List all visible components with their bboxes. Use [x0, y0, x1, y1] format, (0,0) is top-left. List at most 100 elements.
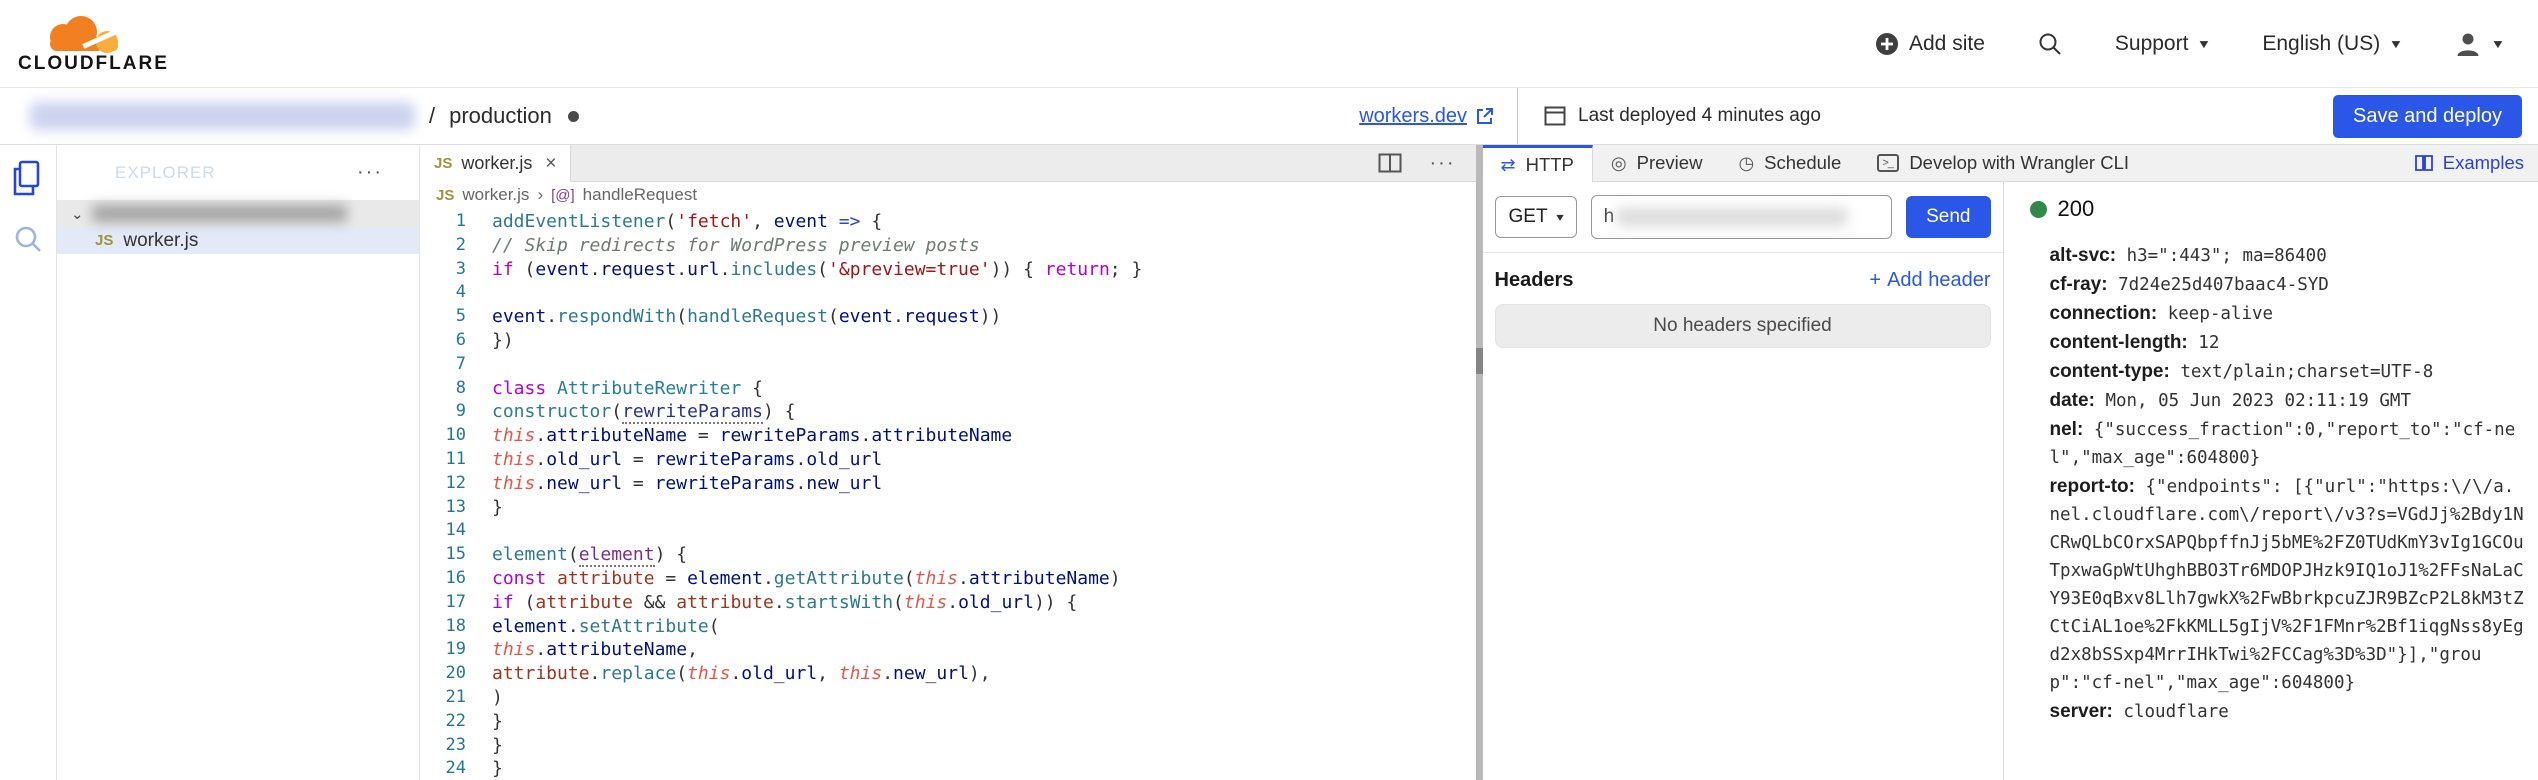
worker-name-redacted[interactable]: [30, 102, 415, 130]
code-line[interactable]: 9 constructor(rewriteParams) {: [420, 400, 1476, 425]
line-number: 14: [445, 520, 466, 541]
code-line[interactable]: 4: [420, 281, 1476, 305]
code-line[interactable]: 21): [420, 686, 1476, 710]
http-panel-tabs: ⇄ HTTP ◎ Preview ◷ Schedule >_ Develop with Wra…: [1482, 145, 2148, 182]
code-line[interactable]: 24}: [420, 757, 1476, 780]
line-number: 4: [455, 282, 466, 303]
editor-tab-worker-js[interactable]: JS worker.js ×: [420, 145, 572, 182]
chevron-right-icon: ›: [537, 185, 544, 204]
last-deployed-label: Last deployed 4 minutes ago: [1578, 105, 1821, 126]
code-text: }): [492, 329, 514, 351]
deploy-bar-left: / production workers.dev: [0, 88, 1517, 144]
response-header-value: 12: [2187, 333, 2220, 353]
code-line[interactable]: 20 attribute.replace(this.old_url, this.n…: [420, 662, 1476, 686]
tree-root-folder[interactable]: ⌄: [57, 200, 419, 227]
http-tester-panel: ⇄ HTTP ◎ Preview ◷ Schedule >_ Develop with Wra…: [1482, 145, 2538, 780]
language-menu[interactable]: English (US) ▼: [2262, 32, 2404, 56]
close-icon[interactable]: ×: [545, 153, 556, 175]
plus-circle-icon: [1876, 32, 1898, 55]
http-panel-content: GET ▾ h Send Headers + Add header No hea…: [1482, 182, 2538, 780]
cloudflare-logo[interactable]: CLOUDFLARE: [18, 13, 169, 75]
code-line[interactable]: 11 this.old_url = rewriteParams.old_url: [420, 448, 1476, 472]
support-menu[interactable]: Support ▼: [2114, 31, 2212, 56]
line-number: 19: [445, 639, 466, 660]
tree-item-worker-js[interactable]: JS worker.js: [57, 227, 419, 254]
method-select[interactable]: GET ▾: [1494, 196, 1577, 238]
code-line[interactable]: 18 element.setAttribute(: [420, 615, 1476, 639]
url-input-text: h: [1603, 206, 1615, 227]
panel-splitter[interactable]: [1475, 145, 1483, 780]
workers-dev-link[interactable]: workers.dev: [1359, 105, 1495, 128]
editor-tab-bar: JS worker.js × ···: [420, 145, 1476, 182]
line-number: 5: [455, 306, 466, 327]
code-line[interactable]: 3 if (event.request.url.includes('&previe…: [420, 258, 1476, 282]
tab-develop-with-wrangler-cli[interactable]: >_ Develop with Wrangler CLI: [1859, 145, 2147, 181]
code-line[interactable]: 5 event.respondWith(handleRequest(event.r…: [420, 305, 1476, 329]
save-and-deploy-button[interactable]: Save and deploy: [2332, 94, 2522, 138]
response-header-row: content-type: text/plain;charset=UTF-8: [2050, 358, 2525, 386]
code-text: class AttributeRewriter {: [492, 377, 763, 399]
response-header-row: cf-ray: 7d24e25d407baac4-SYD: [2050, 271, 2525, 299]
code-line[interactable]: 16 const attribute = element.getAttribute…: [420, 567, 1476, 591]
code-line[interactable]: 17 if (attribute && attribute.startsWith(…: [420, 591, 1476, 615]
code-line[interactable]: 14: [420, 519, 1476, 543]
response-header-value: {"success_fraction":0,"report_to":"cf-ne…: [2049, 420, 2516, 468]
code-line[interactable]: 15 element(element) {: [420, 543, 1476, 568]
line-number: 20: [445, 663, 466, 684]
response-header-value: cloudflare: [2112, 702, 2229, 722]
code-line[interactable]: 1 addEventListener('fetch', event => {: [420, 210, 1476, 234]
code-text: // Skip redirects for WordPress preview …: [492, 234, 980, 256]
line-number: 9: [455, 401, 466, 422]
code-line[interactable]: 22}: [420, 710, 1476, 734]
code-line[interactable]: 6}): [420, 329, 1476, 353]
deploy-bar-right: Last deployed 4 minutes ago Save and dep…: [1517, 88, 2538, 144]
javascript-file-icon: JS: [95, 232, 114, 249]
response-header-name: date:: [2049, 390, 2095, 411]
send-button[interactable]: Send: [1906, 196, 1991, 238]
schedule-clock-icon: ◷: [1738, 152, 1755, 173]
response-header-name: nel:: [2049, 419, 2084, 440]
examples-label: Examples: [2442, 152, 2524, 173]
split-editor-icon[interactable]: [1378, 153, 1402, 173]
tab-label: Schedule: [1764, 152, 1842, 173]
more-actions-icon[interactable]: ···: [1430, 152, 1456, 175]
book-icon: [2414, 155, 2433, 171]
tab-preview[interactable]: ◎ Preview: [1593, 145, 1721, 181]
account-menu[interactable]: ▼: [2454, 30, 2505, 58]
code-lines[interactable]: 1 addEventListener('fetch', event => {2 //…: [420, 208, 1476, 780]
explorer-panel: EXPLORER ··· ⌄ JS worker.js: [57, 145, 420, 780]
breadcrumb-symbol[interactable]: handleRequest: [583, 185, 697, 205]
url-input[interactable]: h: [1590, 195, 1893, 239]
code-line[interactable]: 10 this.attributeName = rewriteParams.att…: [420, 424, 1476, 448]
search-button[interactable]: [2037, 31, 2063, 57]
search-sidebar-icon[interactable]: [12, 223, 44, 255]
tab-schedule[interactable]: ◷ Schedule: [1720, 145, 1859, 181]
tab-label: Preview: [1636, 152, 1703, 173]
splitter-handle-icon[interactable]: [1475, 348, 1483, 374]
code-line[interactable]: 13}: [420, 496, 1476, 520]
code-line[interactable]: 12 this.new_url = rewriteParams.new_url: [420, 472, 1476, 496]
code-line[interactable]: 19 this.attributeName,: [420, 638, 1476, 662]
top-navigation: CLOUDFLARE Add site Support ▼ English (U…: [0, 0, 2538, 88]
line-number: 18: [445, 615, 466, 636]
code-line[interactable]: 2 // Skip redirects for WordPress preview…: [420, 234, 1476, 258]
explorer-files-icon[interactable]: [11, 159, 45, 197]
response-header-name: content-type:: [2049, 361, 2170, 382]
code-line[interactable]: 23}: [420, 734, 1476, 758]
more-actions-icon[interactable]: ···: [357, 161, 383, 184]
chevron-down-icon: ▼: [2388, 36, 2404, 51]
tab-http[interactable]: ⇄ HTTP: [1482, 145, 1593, 182]
code-line[interactable]: 8 class AttributeRewriter {: [420, 377, 1476, 401]
add-header-button[interactable]: + Add header: [1869, 269, 1990, 292]
code-line[interactable]: 7: [420, 353, 1476, 377]
line-number: 17: [445, 591, 466, 612]
support-label: Support: [2114, 31, 2189, 55]
add-site-button[interactable]: Add site: [1875, 32, 1985, 56]
response-header-row: content-length: 12: [2050, 329, 2525, 357]
examples-link[interactable]: Examples: [2414, 145, 2524, 181]
code-text: element.setAttribute(: [492, 615, 720, 637]
request-headers-row: Headers + Add header: [1483, 253, 2003, 302]
line-number: 21: [445, 686, 466, 707]
breadcrumb-file[interactable]: worker.js: [462, 185, 529, 205]
tab-label: Develop with Wrangler CLI: [1909, 152, 2130, 173]
